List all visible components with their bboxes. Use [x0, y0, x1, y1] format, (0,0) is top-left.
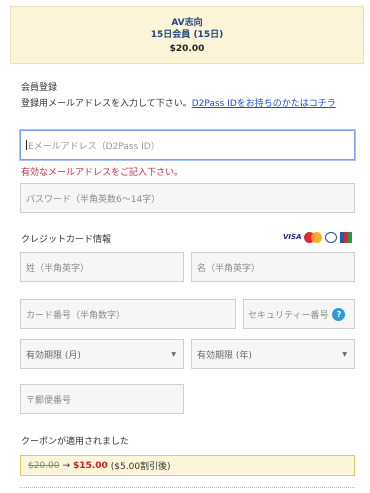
last-name-field[interactable]: 姓（半角英字） — [20, 252, 184, 282]
postal-code-placeholder: 〒郵便番号 — [26, 395, 72, 406]
card-number-placeholder: カード番号（半角数字） — [26, 310, 126, 321]
chevron-down-icon: ▼ — [171, 350, 176, 358]
diners-logo-icon — [325, 231, 338, 243]
email-field[interactable]: Eメールアドレス（D2Pass ID） — [20, 130, 355, 160]
postal-code-field[interactable]: 〒郵便番号 — [20, 384, 184, 414]
credit-card-title: クレジットカード情報 — [21, 235, 112, 245]
coupon-applied-message: クーポンが適用されました — [21, 437, 130, 447]
help-icon[interactable]: ? — [332, 307, 346, 321]
expiry-month-select[interactable]: 有効期限 (月) ▼ — [20, 339, 184, 369]
email-placeholder: Eメールアドレス（D2Pass ID） — [28, 141, 160, 152]
registration-title: 会員登録 — [21, 83, 58, 93]
instruction-text: 登録用メールアドレスを入力して下さい。 — [21, 99, 192, 109]
plan-summary: AV志向 15日会員 (15日) $20.00 — [10, 6, 364, 64]
chevron-down-icon: ▼ — [342, 350, 347, 358]
first-name-field[interactable]: 名（半角英字） — [191, 252, 355, 282]
mastercard-logo-icon — [304, 231, 323, 243]
divider — [20, 487, 355, 488]
text-caret — [26, 140, 27, 150]
card-number-field[interactable]: カード番号（半角数字） — [20, 299, 236, 329]
expiry-year-select[interactable]: 有効期限 (年) ▼ — [191, 339, 355, 369]
card-brand-logos: VISA — [283, 231, 353, 243]
security-code-placeholder: セキュリティー番号 — [248, 310, 329, 321]
original-price: $20.00 — [28, 460, 60, 471]
expiry-month-value: 有効期限 (月) — [26, 350, 81, 361]
expiry-year-value: 有効期限 (年) — [197, 350, 252, 361]
arrow-icon: → — [62, 460, 71, 471]
coupon-price-box: $20.00 → $15.00 ($5.00割引後) — [20, 455, 355, 476]
password-placeholder: パスワード（半角英数6〜14字） — [26, 194, 161, 205]
password-field[interactable]: パスワード（半角英数6〜14字） — [20, 183, 355, 213]
registration-instruction: 登録用メールアドレスを入力して下さい。D2Pass IDをお持ちのかたはコチラ — [21, 98, 359, 110]
last-name-placeholder: 姓（半角英字） — [26, 263, 90, 274]
email-error-message: 有効なメールアドレスをご記入下さい。 — [21, 168, 184, 178]
discounted-price: $15.00 — [73, 460, 108, 471]
d2pass-login-link[interactable]: D2Pass IDをお持ちのかたはコチラ — [192, 99, 336, 109]
plan-price: $20.00 — [169, 44, 205, 54]
plan-term: 15日会員 (15日) — [150, 30, 224, 40]
first-name-placeholder: 名（半角英字） — [197, 263, 261, 274]
discount-note: ($5.00割引後) — [110, 462, 171, 472]
visa-logo-icon: VISA — [283, 233, 302, 241]
security-code-field[interactable]: セキュリティー番号? — [243, 299, 355, 329]
jcb-logo-icon — [340, 231, 353, 243]
